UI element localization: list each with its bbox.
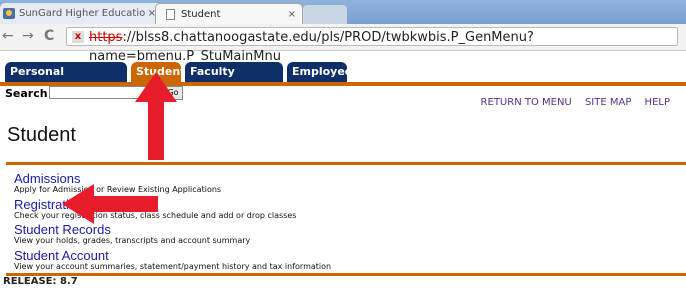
menu-item-student-account: Student Account View your account summar…: [14, 249, 674, 275]
sungard-favicon-icon: [3, 8, 15, 19]
help-link[interactable]: HELP: [645, 97, 670, 108]
section-divider: [6, 162, 686, 165]
new-tab-button[interactable]: [303, 5, 347, 24]
menu-item-description: View your holds, grades, transcripts and…: [14, 236, 251, 245]
footer-divider: [6, 273, 686, 276]
browser-tab-sungard[interactable]: SunGard Higher Educatio ×: [0, 3, 162, 24]
tab-personal-information[interactable]: Personal Information: [5, 62, 127, 98]
student-account-link[interactable]: Student Account: [14, 249, 674, 262]
search-label: Search: [5, 87, 48, 100]
menu-item-description: View your account summaries, statement/p…: [14, 261, 332, 271]
browser-tab-student[interactable]: Student ×: [155, 3, 303, 24]
red-up-arrow-icon: [135, 72, 177, 160]
browser-tab-title: SunGard Higher Educatio: [19, 8, 146, 19]
reload-button[interactable]: C: [44, 28, 54, 44]
page-title: Student: [7, 124, 76, 146]
red-left-arrow-icon: [62, 184, 158, 224]
return-to-menu-link[interactable]: RETURN TO MENU: [481, 97, 572, 108]
browser-tab-title: Student: [181, 8, 221, 20]
top-links: RETURN TO MENU SITE MAP HELP: [471, 97, 670, 108]
tab-employee[interactable]: Employee: [287, 62, 352, 82]
url-text: ://blss8.chattanoogastate.edu/pls/PROD/t…: [89, 30, 534, 64]
banner-tabs: Personal Information Student Faculty Ser…: [0, 62, 686, 98]
release-version: RELEASE: 8.7: [3, 276, 78, 287]
url-input[interactable]: x https://blss8.chattanoogastate.edu/pls/…: [66, 27, 678, 64]
page-icon: [166, 8, 175, 20]
close-tab-icon[interactable]: ×: [288, 9, 296, 20]
browser-tab-strip: SunGard Higher Educatio × Student ×: [0, 0, 686, 24]
url-scheme: https: [89, 30, 123, 45]
address-bar-row: ← → C x https://blss8.chattanoogastate.ed…: [0, 24, 686, 64]
forward-button[interactable]: →: [22, 28, 34, 44]
site-map-link[interactable]: SITE MAP: [585, 97, 631, 108]
menu-item-student-records: Student Records View your holds, grades,…: [14, 223, 674, 249]
back-button[interactable]: ←: [2, 28, 14, 44]
tab-faculty-services[interactable]: Faculty Services: [185, 62, 283, 98]
insecure-lock-icon: x: [72, 31, 84, 43]
